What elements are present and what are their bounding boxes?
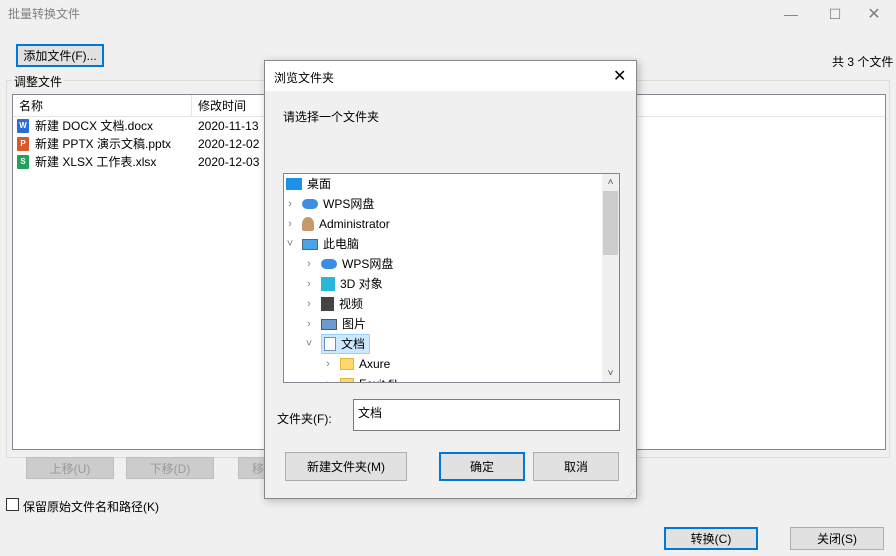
cloud-icon <box>302 199 318 209</box>
file-name: 新建 PPTX 演示文稿.pptx <box>35 137 172 151</box>
tree-item-label: Axure <box>359 357 391 371</box>
user-icon <box>302 217 314 231</box>
selected-item: 文档 <box>321 334 371 354</box>
close-window-icon[interactable]: ✕ <box>852 0 896 28</box>
tree-item-label: Administrator <box>319 217 390 231</box>
keep-path-checkbox[interactable] <box>6 498 19 511</box>
convert-button[interactable]: 转换(C) <box>664 527 758 550</box>
close-button[interactable]: 关闭(S) <box>790 527 884 550</box>
tree-item-documents[interactable]: ˅ 文档 <box>303 334 371 354</box>
chevron-down-icon[interactable]: ˅ <box>303 334 315 354</box>
tree-item-label: 视频 <box>339 297 364 311</box>
file-count: 共 3 个文件 <box>832 55 894 69</box>
video-icon <box>321 297 334 311</box>
tree-item-wps-cloud-pc[interactable]: › WPS网盘 <box>303 254 393 274</box>
tree-item-this-pc[interactable]: ˅ 此电脑 <box>284 234 359 254</box>
file-name: 新建 XLSX 工作表.xlsx <box>35 155 157 169</box>
computer-icon <box>302 238 318 250</box>
tree-item-3d-objects[interactable]: › 3D 对象 <box>303 274 383 294</box>
file-name: 新建 DOCX 文档.docx <box>35 119 154 133</box>
window-title: 批量转换文件 <box>8 7 81 21</box>
tree-item-wps-cloud[interactable]: › WPS网盘 <box>284 194 374 214</box>
chevron-right-icon[interactable]: › <box>303 254 315 274</box>
folder-tree[interactable]: 桌面 › WPS网盘 › Administrator ˅ 此电脑 › WPS网盘… <box>283 173 620 383</box>
column-header-modified[interactable]: 修改时间 <box>192 95 272 117</box>
folder-icon <box>340 378 354 382</box>
tree-item-label: 图片 <box>342 317 367 331</box>
tree-item-axure[interactable]: › Axure <box>322 354 390 374</box>
tree-item-label: WPS网盘 <box>342 257 394 271</box>
scrollbar-thumb[interactable] <box>603 191 618 255</box>
move-down-button[interactable]: 下移(D) <box>126 457 214 479</box>
chevron-right-icon[interactable]: › <box>284 214 296 234</box>
keep-path-label: 保留原始文件名和路径(K) <box>23 500 159 514</box>
tree-item-pictures[interactable]: › 图片 <box>303 314 366 334</box>
spreadsheet-file-icon: S <box>17 155 29 169</box>
chevron-right-icon[interactable]: › <box>322 374 334 382</box>
tree-item-label: Foxit fil <box>359 374 397 382</box>
resize-grip-icon[interactable]: ⋰ <box>627 489 635 498</box>
document-icon <box>324 337 336 351</box>
browse-folder-dialog: 浏览文件夹 ✕ 请选择一个文件夹 桌面 › WPS网盘 › Administra… <box>264 60 637 499</box>
move-up-button[interactable]: 上移(U) <box>26 457 114 479</box>
tree-item-videos[interactable]: › 视频 <box>303 294 363 314</box>
tree-item-label: 桌面 <box>307 177 332 191</box>
tree-item-label: 文档 <box>341 337 366 351</box>
tree-item-label: 此电脑 <box>323 237 360 251</box>
tree-scrollbar[interactable]: ˄ ˅ <box>602 174 619 382</box>
maximize-icon[interactable]: ☐ <box>813 0 857 28</box>
tree-item-administrator[interactable]: › Administrator <box>284 214 390 234</box>
folder-icon <box>340 358 354 370</box>
new-folder-button[interactable]: 新建文件夹(M) <box>285 452 407 481</box>
chevron-right-icon[interactable]: › <box>303 274 315 294</box>
dialog-titlebar: 浏览文件夹 ✕ <box>265 61 636 91</box>
file-date: 2020-12-03 <box>198 155 260 169</box>
folder-field-label: 文件夹(F): <box>277 412 332 426</box>
dialog-prompt: 请选择一个文件夹 <box>283 110 380 124</box>
presentation-file-icon: P <box>17 137 29 151</box>
chevron-right-icon[interactable]: › <box>303 294 315 314</box>
minimize-icon[interactable]: — <box>769 0 813 28</box>
tree-item-desktop[interactable]: 桌面 <box>284 174 331 194</box>
folder-input[interactable]: 文档 <box>353 399 620 431</box>
add-files-button[interactable]: 添加文件(F)... <box>16 44 104 67</box>
scroll-down-icon[interactable]: ˅ <box>602 365 619 382</box>
picture-icon <box>321 318 337 330</box>
tree-item-label: 3D 对象 <box>340 277 383 291</box>
group-label: 调整文件 <box>12 73 65 90</box>
dialog-close-icon[interactable]: ✕ <box>613 66 626 86</box>
desktop-icon <box>286 178 302 190</box>
cancel-button[interactable]: 取消 <box>533 452 619 481</box>
chevron-right-icon[interactable]: › <box>303 314 315 334</box>
file-date: 2020-11-13 <box>198 119 259 133</box>
column-header-name[interactable]: 名称 <box>13 95 192 117</box>
word-file-icon: W <box>17 119 29 133</box>
chevron-right-icon[interactable]: › <box>322 354 334 374</box>
cube-icon <box>321 277 335 291</box>
chevron-down-icon[interactable]: ˅ <box>284 234 296 254</box>
file-date: 2020-12-02 <box>198 137 260 151</box>
scroll-up-icon[interactable]: ˄ <box>602 174 619 191</box>
ok-button[interactable]: 确定 <box>439 452 525 481</box>
chevron-right-icon[interactable]: › <box>284 194 296 214</box>
dialog-title: 浏览文件夹 <box>274 71 335 85</box>
tree-item-foxit[interactable]: › Foxit fil <box>322 374 397 382</box>
cloud-icon <box>321 259 337 269</box>
tree-item-label: WPS网盘 <box>323 197 375 211</box>
